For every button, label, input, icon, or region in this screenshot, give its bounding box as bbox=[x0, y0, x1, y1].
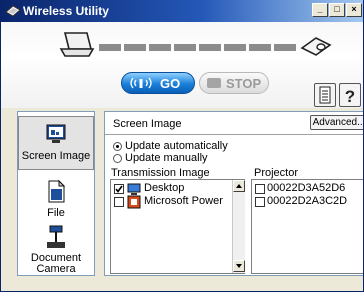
stop-label: STOP bbox=[226, 75, 262, 91]
stop-icon bbox=[207, 78, 221, 88]
arrow-up-icon bbox=[236, 184, 242, 188]
minimize-button[interactable]: _ bbox=[312, 3, 328, 17]
go-button[interactable]: GO bbox=[121, 72, 195, 94]
radio-label: Update manually bbox=[125, 152, 208, 164]
wireless-utility-window: Wireless Utility _ □ × GO STOP ? Screen … bbox=[0, 0, 364, 292]
list-item: 00022D2A3C2D bbox=[267, 195, 348, 207]
scroll-down-button[interactable] bbox=[233, 260, 245, 272]
file-icon bbox=[48, 179, 66, 203]
connection-segment bbox=[274, 44, 296, 51]
sidebar-item-document-camera[interactable]: Document Camera bbox=[18, 222, 94, 275]
connection-segment bbox=[124, 44, 146, 51]
go-label: GO bbox=[160, 75, 181, 91]
radio-label: Update automatically bbox=[125, 140, 228, 152]
svg-text:?: ? bbox=[345, 87, 355, 106]
sidebar-item-file[interactable]: File bbox=[18, 174, 94, 220]
wireless-signal-icon bbox=[130, 77, 152, 89]
screen-image-icon bbox=[46, 124, 66, 143]
update-manually-radio[interactable] bbox=[113, 154, 122, 163]
question-mark-icon: ? bbox=[345, 87, 355, 106]
sidebar-item-label: File bbox=[47, 207, 65, 219]
scroll-up-button[interactable] bbox=[233, 180, 245, 192]
transmission-image-label: Transmission Image bbox=[111, 167, 210, 179]
arrow-down-icon bbox=[236, 264, 242, 268]
panel-title: Screen Image bbox=[113, 118, 182, 130]
projector-label: Projector bbox=[254, 167, 299, 179]
panel-divider bbox=[105, 134, 363, 135]
desktop-icon bbox=[127, 183, 141, 195]
connection-segment bbox=[149, 44, 171, 51]
desktop-checkbox[interactable] bbox=[114, 184, 124, 194]
source-sidebar: Screen Image File Document Camera bbox=[17, 111, 95, 276]
projector-icon bbox=[300, 37, 332, 56]
list-item: Desktop bbox=[144, 182, 185, 194]
list-item: 00022D3A52D6 bbox=[267, 182, 346, 194]
sidebar-item-screen-image[interactable]: Screen Image bbox=[18, 116, 94, 170]
sidebar-item-label: Screen Image bbox=[21, 150, 91, 162]
connection-segment bbox=[174, 44, 196, 51]
laptop-icon bbox=[59, 32, 95, 57]
help-button[interactable]: ? bbox=[339, 83, 361, 107]
projector-list[interactable]: 00022D3A52D6 00022D2A3C2D bbox=[251, 179, 363, 274]
list-item: Microsoft Power bbox=[144, 195, 223, 207]
update-automatically-radio[interactable] bbox=[113, 142, 122, 151]
connection-segment bbox=[224, 44, 246, 51]
wireless-utility-app-icon bbox=[5, 5, 21, 17]
connection-segment bbox=[99, 44, 121, 51]
projector-checkbox[interactable] bbox=[255, 197, 265, 207]
advanced-button[interactable]: Advanced... bbox=[310, 115, 363, 130]
projector-list-button[interactable] bbox=[314, 83, 336, 107]
status-bar bbox=[1, 280, 363, 291]
connection-segment bbox=[199, 44, 221, 51]
projector-checkbox[interactable] bbox=[255, 184, 265, 194]
screen-image-panel: Screen Image Advanced... Update automati… bbox=[104, 111, 363, 276]
stop-button[interactable]: STOP bbox=[199, 72, 269, 94]
transmission-image-list[interactable]: Desktop Microsoft Power bbox=[110, 179, 245, 274]
document-camera-icon bbox=[47, 225, 65, 248]
scrollbar[interactable] bbox=[232, 180, 245, 273]
powerpoint-checkbox[interactable] bbox=[114, 197, 124, 207]
close-button[interactable]: × bbox=[346, 3, 362, 17]
checkmark-icon bbox=[115, 185, 123, 193]
title-bar[interactable]: Wireless Utility _ □ × bbox=[1, 0, 363, 22]
powerpoint-icon bbox=[127, 195, 141, 209]
sidebar-item-label-line2: Camera bbox=[36, 263, 76, 275]
list-document-icon bbox=[319, 86, 331, 104]
window-title: Wireless Utility bbox=[23, 4, 109, 18]
connection-segment bbox=[249, 44, 271, 51]
maximize-button[interactable]: □ bbox=[329, 3, 345, 17]
